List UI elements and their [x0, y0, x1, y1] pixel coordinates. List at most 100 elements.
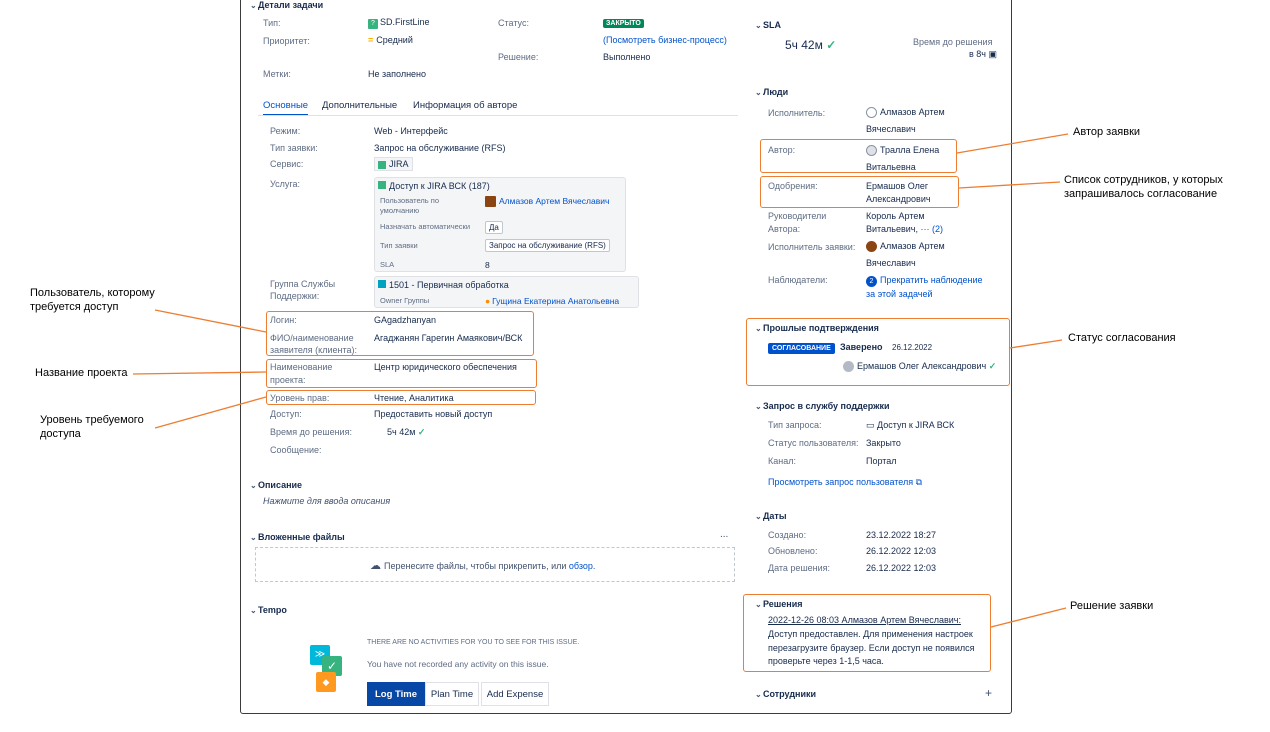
people-header[interactable]: ⌄Люди [755, 87, 788, 97]
tab-main[interactable]: Основные [263, 100, 309, 116]
log-time-button[interactable]: Log Time [367, 682, 425, 706]
request-assignee-value[interactable]: Алмазов Артем [866, 241, 945, 253]
managers-value: Король Артем [866, 211, 925, 221]
group-icon [378, 280, 386, 288]
chevron-down-icon: ⌄ [755, 690, 762, 699]
description-header[interactable]: ⌄Описание [250, 480, 302, 490]
managers-more-link[interactable]: ··· (2) [921, 224, 944, 234]
add-employee-button[interactable]: + [985, 686, 992, 700]
priority-label: Приоритет: [263, 36, 310, 46]
cloud-upload-icon: ☁ [370, 560, 381, 572]
tabs-divider [258, 115, 738, 116]
auto-assign-label: Назначать автоматически [380, 222, 471, 231]
assignee-value[interactable]: Алмазов Артем [866, 107, 945, 119]
updated-value: 26.12.2022 12:03 [866, 546, 937, 556]
employees-header[interactable]: ⌄Сотрудники [755, 689, 816, 699]
service-label: Сервис: [270, 159, 304, 169]
chevron-down-icon: ⌄ [250, 533, 257, 542]
reqtype-value: Запрос на обслуживание (RFS) [374, 143, 506, 153]
watchers-link-2[interactable]: за этой задачей [866, 289, 933, 299]
plan-time-button[interactable]: Plan Time [425, 682, 479, 706]
tempo-not-recorded: You have not recorded any activity on th… [367, 659, 549, 669]
sla-header[interactable]: ⌄SLA [755, 20, 781, 30]
resolution-label: Решение: [498, 52, 539, 62]
chevron-down-icon: ⌄ [755, 21, 762, 30]
resolution-value: Выполнено [603, 52, 651, 62]
check-icon: ✓ [417, 427, 426, 437]
annotation-level-1: Уровень требуемого [40, 414, 144, 426]
service-icon [378, 160, 386, 169]
tempo-no-activities: THERE ARE NO ACTIVITIES FOR YOU TO SEE F… [367, 639, 580, 646]
request-assignee-value-2: Вячеславич [866, 258, 916, 268]
created-label: Создано: [768, 530, 807, 540]
created-value: 23.12.2022 18:27 [866, 530, 937, 540]
access-label: Доступ: [270, 409, 302, 419]
details-title: Детали задачи [258, 0, 324, 10]
tag-icon: ◆ [316, 672, 336, 692]
sla-time-label: Время до решения [913, 37, 993, 47]
group-value[interactable]: 1501 - Первичная обработка [378, 280, 509, 290]
labels-value[interactable]: Не заполнено [368, 69, 426, 79]
avatar [866, 107, 877, 119]
chevron-down-icon: ⌄ [250, 606, 257, 615]
chevron-down-icon: ⌄ [755, 402, 762, 411]
default-user-value[interactable]: Алмазов Артем Вячеславич [485, 196, 609, 208]
sr-user-status-value: Закрыто [866, 438, 901, 448]
priority-value: = Средний [368, 35, 413, 45]
tab-author-info[interactable]: Информация об авторе [413, 100, 517, 111]
time-value: 5ч 42м ✓ [387, 427, 426, 437]
sr-type-label: Тип запроса: [768, 420, 822, 430]
attachments-header[interactable]: ⌄Вложенные файлы [250, 532, 345, 542]
auto-assign-value: Да [485, 221, 503, 234]
sr-user-status-label: Статус пользователя: [768, 438, 859, 448]
chevron-down-icon: ⌄ [755, 88, 762, 97]
add-expense-button[interactable]: Add Expense [481, 682, 549, 706]
sla-field-label: SLA [380, 260, 395, 269]
annotation-approvers-1: Список сотрудников, у которых [1064, 174, 1223, 186]
usluga-icon [378, 181, 386, 189]
sla-time-value: в 8ч ▣ [969, 49, 998, 59]
request-assignee-label: Исполнитель заявки: [768, 242, 856, 252]
tempo-header[interactable]: ⌄Tempo [250, 605, 287, 615]
sub-reqtype-value: Запрос на обслуживание (RFS) [485, 239, 610, 252]
default-user-label: Пользователь по умолчанию [380, 196, 439, 215]
usluga-value[interactable]: Доступ к JIRA ВСК (187) [378, 181, 490, 191]
browse-link[interactable]: обзор. [569, 561, 596, 571]
watchers-count-badge: 2 [866, 276, 877, 287]
highlight-author [760, 139, 957, 173]
status-label: Статус: [498, 18, 529, 28]
owner-value[interactable]: ● Гущина Екатерина Анатольевна [485, 296, 619, 306]
watchers-label: Наблюдатели: [768, 275, 828, 285]
dates-header[interactable]: ⌄Даты [755, 511, 787, 521]
annotation-author: Автор заявки [1073, 126, 1141, 138]
service-value: JIRA [374, 157, 413, 171]
question-type-icon: ? [368, 19, 378, 29]
sr-channel-value: Портал [866, 456, 897, 466]
support-request-header[interactable]: ⌄Запрос в службу поддержки [755, 401, 890, 411]
chevron-down-icon: ⌄ [755, 512, 762, 521]
labels-label: Метки: [263, 69, 291, 79]
type-label: Тип: [263, 18, 281, 28]
tab-additional[interactable]: Дополнительные [322, 100, 397, 111]
avatar [485, 196, 496, 208]
group-label-2: Поддержки: [270, 291, 320, 301]
external-link-icon: ⧉ [915, 477, 923, 487]
annotation-level-2: доступа [40, 428, 81, 440]
highlight-past-approvals [746, 318, 1010, 386]
watchers-link[interactable]: 2 Прекратить наблюдение [866, 275, 982, 287]
annotation-user-2: требуется доступ [30, 301, 119, 313]
resolved-label: Дата решения: [768, 563, 831, 573]
dropzone-text: ☁ Перенесите файлы, чтобы прикрепить, или… [370, 560, 596, 572]
details-header[interactable]: ⌄Детали задачи [250, 0, 323, 10]
chevron-down-icon: ⌄ [250, 481, 257, 490]
view-request-link[interactable]: Просмотреть запрос пользователя ⧉ [768, 477, 922, 488]
attachments-more-button[interactable]: ... [720, 529, 728, 540]
sla-value: 5ч 42м ✓ [785, 38, 837, 52]
message-label: Сообщение: [270, 445, 322, 455]
type-value: ? SD.FirstLine [368, 17, 430, 29]
assignee-label: Исполнитель: [768, 108, 826, 118]
access-value: Предоставить новый доступ [374, 409, 493, 419]
workflow-link[interactable]: (Посмотреть бизнес-процесс) [603, 35, 727, 45]
chevron-down-icon: ⌄ [250, 1, 257, 10]
description-placeholder[interactable]: Нажмите для ввода описания [263, 496, 390, 506]
